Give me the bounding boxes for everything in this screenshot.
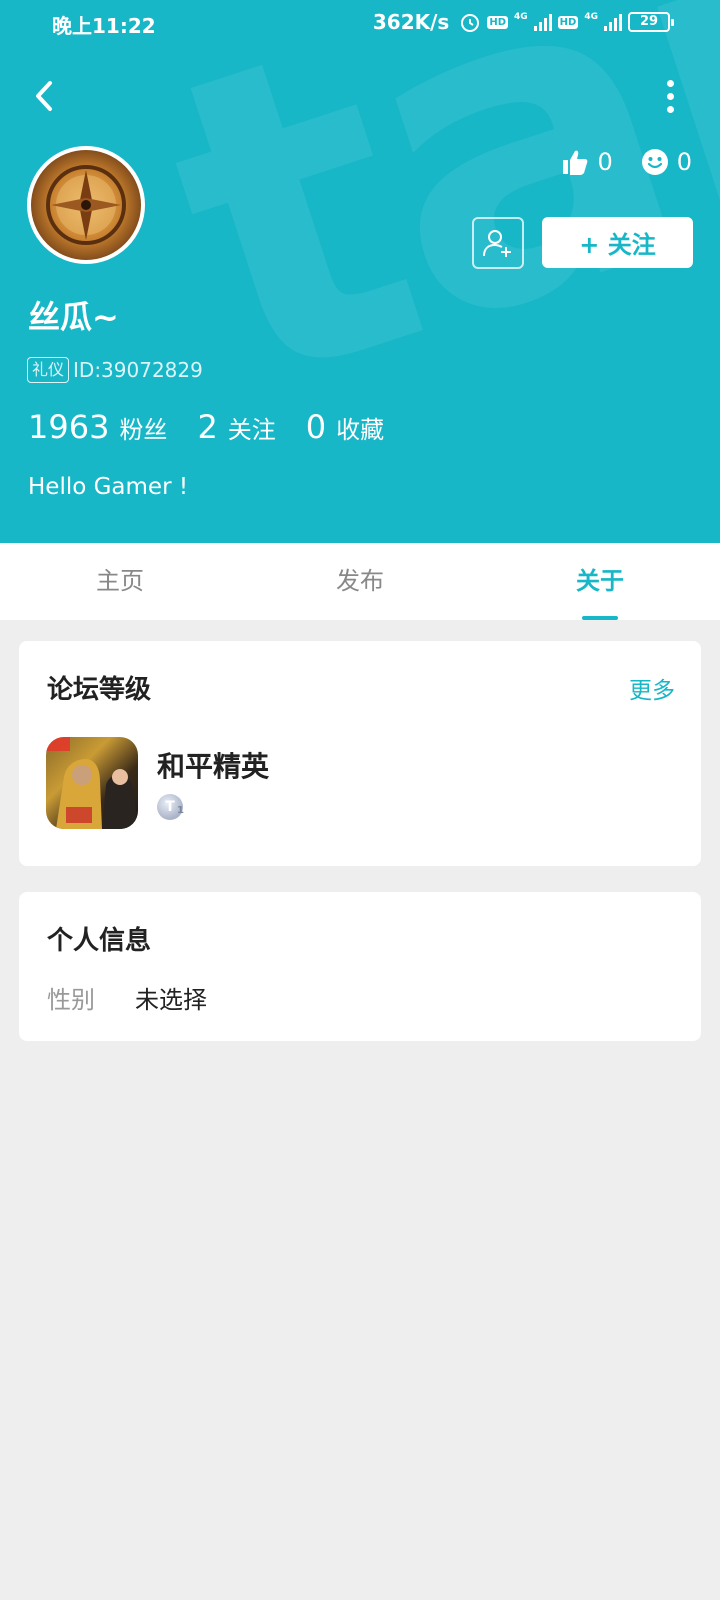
more-options-button[interactable] <box>652 74 688 118</box>
gender-value: 未选择 <box>135 986 207 1014</box>
hd-badge-2: HD <box>557 15 579 29</box>
signal-icon <box>533 13 552 31</box>
gender-label: 性别 <box>47 986 95 1014</box>
network-type: 4G <box>514 11 528 22</box>
status-bar: 晚上11:22 362K/s HD 4G HD 4G 29 <box>0 0 720 46</box>
hd-badge: HD <box>487 15 509 29</box>
following-label[interactable]: 关注 <box>228 410 276 445</box>
status-indicators: 362K/s HD 4G HD 4G 29 <box>372 10 674 34</box>
gender-row: 性别 未选择 <box>47 980 207 1015</box>
followers-label[interactable]: 粉丝 <box>119 410 167 445</box>
back-button[interactable] <box>24 74 64 118</box>
alarm-icon <box>461 14 480 32</box>
follow-button[interactable]: + 关注 <box>542 217 693 268</box>
signal-icon-2 <box>604 13 622 31</box>
network-speed: 362K/s <box>372 10 450 34</box>
add-friend-button[interactable] <box>472 217 524 269</box>
tab-home[interactable]: 主页 <box>0 543 240 620</box>
followers-count[interactable]: 1963 <box>28 408 109 446</box>
forum-level-card: 论坛等级 更多 和平精英 T 1 <box>19 641 701 866</box>
reaction-stats: 0 0 <box>561 148 692 176</box>
status-time: 晚上11:22 <box>52 14 156 38</box>
thumbs-up-icon <box>563 150 588 175</box>
chevron-left-icon <box>36 81 52 111</box>
game-icon[interactable] <box>46 737 138 829</box>
more-link[interactable]: 更多 <box>629 671 675 705</box>
battery-icon: 29 <box>628 12 674 32</box>
personal-info-title: 个人信息 <box>47 926 152 956</box>
tab-posts[interactable]: 发布 <box>240 543 480 620</box>
tab-about[interactable]: 关于 <box>480 543 720 620</box>
smiles-stat[interactable]: 0 <box>641 148 692 176</box>
compass-image <box>46 165 126 245</box>
network-type-2: 4G <box>584 11 598 22</box>
user-id-row: 礼仪 ID:39072829 <box>27 357 203 383</box>
game-name[interactable]: 和平精英 <box>157 745 269 785</box>
likes-stat[interactable]: 0 <box>561 148 613 176</box>
profile-tabs: 主页 发布 关于 <box>0 543 720 620</box>
more-vertical-icon <box>666 79 674 87</box>
personal-info-card: 个人信息 性别 未选择 <box>19 892 701 1041</box>
favorites-label[interactable]: 收藏 <box>336 410 384 445</box>
add-user-icon <box>483 230 511 257</box>
smiles-count: 0 <box>676 148 692 176</box>
active-tab-indicator <box>582 616 618 620</box>
user-tag: 礼仪 <box>27 357 70 383</box>
level-number: 1 <box>177 805 184 816</box>
following-count[interactable]: 2 <box>197 408 217 446</box>
profile-header: tapta 晚上11:22 362K/s HD 4G HD 4G 29 0 0 … <box>0 0 720 543</box>
smile-icon <box>641 149 668 175</box>
user-bio: Hello Gamer ! <box>28 474 189 500</box>
game-artwork <box>46 737 136 829</box>
user-id: ID:39072829 <box>73 358 203 382</box>
profile-counts: 1963 粉丝 2 关注 0 收藏 <box>28 408 414 446</box>
avatar[interactable] <box>27 146 145 264</box>
favorites-count[interactable]: 0 <box>306 408 326 446</box>
forum-level-title: 论坛等级 <box>47 675 152 705</box>
likes-count: 0 <box>597 148 613 176</box>
tab-about-label: 关于 <box>576 567 624 595</box>
username: 丝瓜~ <box>28 298 119 336</box>
